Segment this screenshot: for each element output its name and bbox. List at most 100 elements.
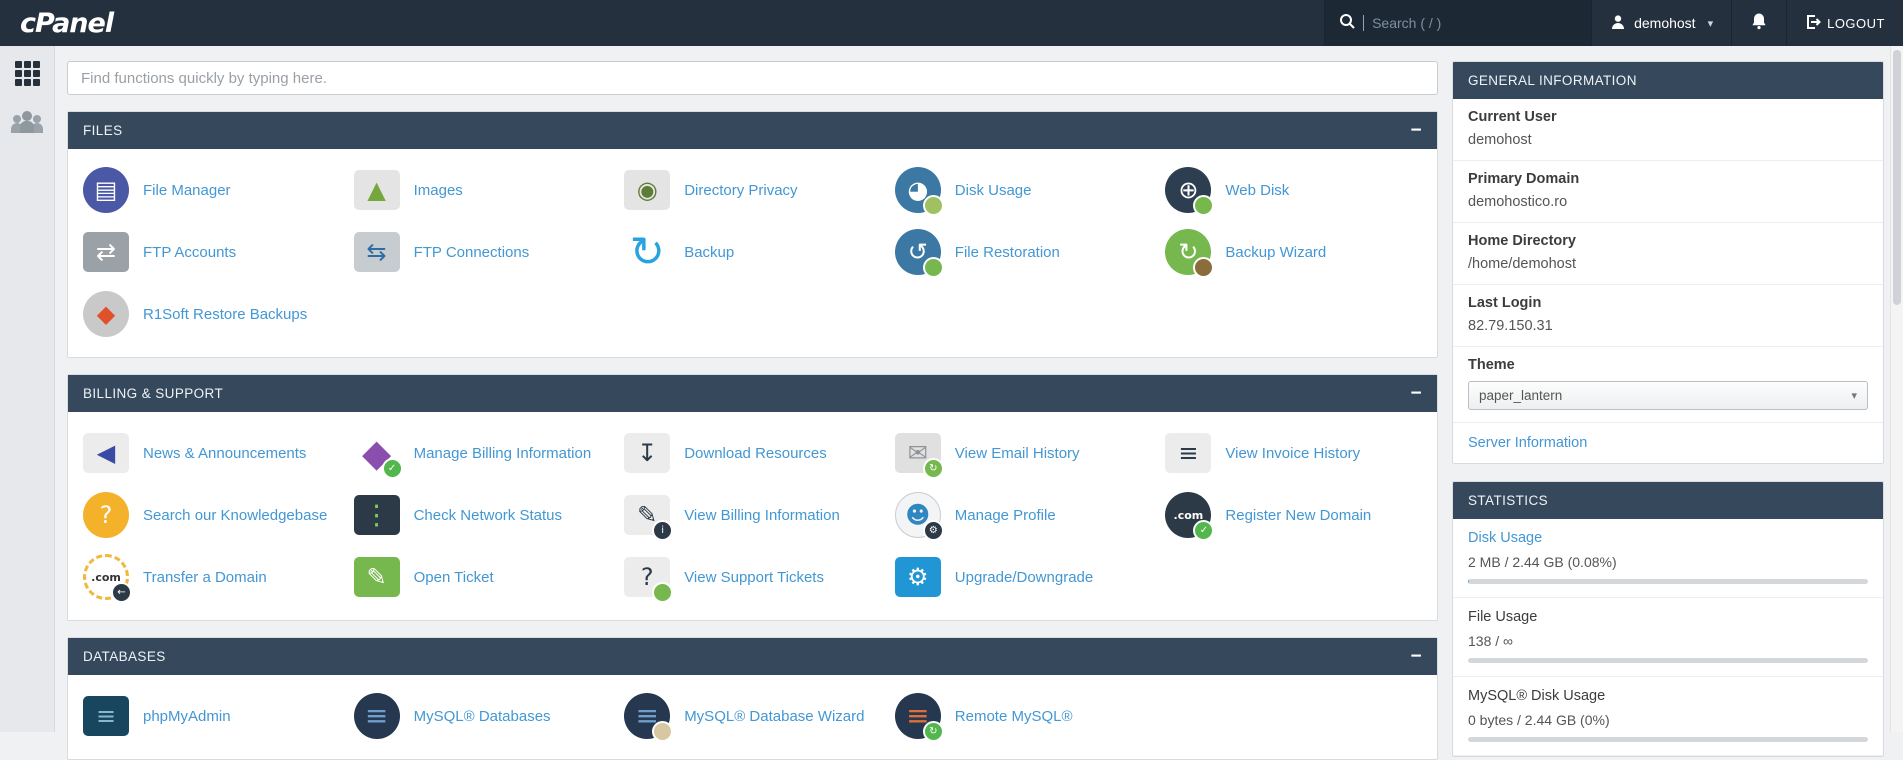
scrollbar-thumb[interactable] — [1893, 50, 1901, 305]
left-rail — [0, 46, 55, 732]
theme-select[interactable]: paper_lantern ▾ — [1468, 381, 1868, 410]
remote-mysql-icon: ≡↻ — [894, 692, 942, 740]
logout-label: LOGOUT — [1827, 16, 1885, 31]
item-label: Upgrade/Downgrade — [955, 569, 1093, 586]
mysql-databases-icon: ≡ — [353, 692, 401, 740]
section-files: FILES−▤File Manager▲Images◉Directory Pri… — [67, 111, 1438, 358]
user-icon — [1610, 14, 1626, 33]
user-name: demohost — [1634, 15, 1695, 31]
view-invoice-history-icon: ≡ — [1164, 429, 1212, 477]
mysql-database-wizard-icon: ≡ — [623, 692, 671, 740]
mysql-database-wizard-link[interactable]: ≡ MySQL® Database Wizard — [617, 685, 888, 747]
transfer-a-domain-link[interactable]: .com← Transfer a Domain — [76, 546, 347, 608]
section-databases: DATABASES−≡phpMyAdmin≡MySQL® Databases≡M… — [67, 637, 1438, 760]
ftp-accounts-link[interactable]: ⇄FTP Accounts — [76, 221, 347, 283]
mysql-databases-link[interactable]: ≡MySQL® Databases — [347, 685, 618, 747]
phpmyadmin-link[interactable]: ≡phpMyAdmin — [76, 685, 347, 747]
topbar: cPanel Search ( / ) demohost ▾ LOGOUT — [0, 0, 1903, 46]
images-icon: ▲ — [353, 166, 401, 214]
apps-grid-icon[interactable] — [15, 61, 40, 86]
news-announcements-link[interactable]: ◀News & Announcements — [76, 422, 347, 484]
stat-progress-bar — [1468, 658, 1868, 663]
view-billing-information-icon-badge: i — [652, 520, 673, 541]
disk-usage-icon-badge — [923, 195, 944, 216]
collapse-button[interactable]: − — [1411, 121, 1423, 140]
view-email-history-icon: ✉↻ — [894, 429, 942, 477]
info-label: Home Directory — [1468, 233, 1868, 249]
file-restoration-link[interactable]: ↺ File Restoration — [888, 221, 1159, 283]
directory-privacy-icon: ◉ — [623, 166, 671, 214]
item-label: Manage Billing Information — [414, 445, 592, 462]
theme-selected-value: paper_lantern — [1479, 388, 1562, 403]
info-value: demohostico.ro — [1468, 194, 1868, 210]
stat-value: 138 / ∞ — [1468, 633, 1868, 649]
file-manager-link[interactable]: ▤File Manager — [76, 159, 347, 221]
stat-row: File Usage 138 / ∞ — [1453, 598, 1883, 677]
file-restoration-icon: ↺ — [894, 228, 942, 276]
item-label: MySQL® Database Wizard — [684, 708, 864, 725]
item-label: Check Network Status — [414, 507, 562, 524]
item-label: View Invoice History — [1225, 445, 1360, 462]
news-announcements-icon: ◀ — [82, 429, 130, 477]
phpmyadmin-icon: ≡ — [82, 692, 130, 740]
stat-value: 2 MB / 2.44 GB (0.08%) — [1468, 554, 1868, 570]
item-label: Web Disk — [1225, 182, 1289, 199]
transfer-a-domain-icon: .com← — [82, 553, 130, 601]
search-knowledgebase-link[interactable]: ?Search our Knowledgebase — [76, 484, 347, 546]
ftp-connections-icon: ⇆ — [353, 228, 401, 276]
item-label: FTP Connections — [414, 244, 530, 261]
notifications-button[interactable] — [1731, 0, 1786, 46]
item-label: File Restoration — [955, 244, 1060, 261]
view-email-history-link[interactable]: ✉↻View Email History — [888, 422, 1159, 484]
r1soft-restore-backups-link[interactable]: ◆R1Soft Restore Backups — [76, 283, 347, 345]
item-label: Backup — [684, 244, 734, 261]
upgrade-downgrade-link[interactable]: ⚙Upgrade/Downgrade — [888, 546, 1159, 608]
manage-profile-icon: ☻⚙ — [894, 491, 942, 539]
manage-profile-link[interactable]: ☻⚙ Manage Profile — [888, 484, 1159, 546]
cpanel-logo[interactable]: cPanel — [0, 0, 113, 46]
manage-billing-information-link[interactable]: ◆✓ Manage Billing Information — [347, 422, 618, 484]
backup-wizard-link[interactable]: ↻Backup Wizard — [1158, 221, 1429, 283]
item-label: Search our Knowledgebase — [143, 507, 327, 524]
info-row: Primary Domain demohostico.ro — [1453, 161, 1883, 223]
collapse-button[interactable]: − — [1411, 384, 1423, 403]
quick-find-input[interactable] — [67, 61, 1438, 95]
page-scrollbar[interactable] — [1890, 46, 1903, 732]
collapse-button[interactable]: − — [1411, 647, 1423, 666]
item-label: Manage Profile — [955, 507, 1056, 524]
register-new-domain-link[interactable]: .com✓Register New Domain — [1158, 484, 1429, 546]
check-network-status-link[interactable]: ⋮Check Network Status — [347, 484, 618, 546]
topbar-search[interactable]: Search ( / ) — [1324, 0, 1591, 46]
remote-mysql-link[interactable]: ≡↻Remote MySQL® — [888, 685, 1159, 747]
download-resources-link[interactable]: ↧Download Resources — [617, 422, 888, 484]
file-restoration-icon-badge — [923, 257, 944, 278]
user-manager-icon[interactable] — [11, 110, 43, 133]
web-disk-link[interactable]: ⊕Web Disk — [1158, 159, 1429, 221]
ftp-connections-link[interactable]: ⇆ FTP Connections — [347, 221, 618, 283]
images-link[interactable]: ▲ Images — [347, 159, 618, 221]
statistics-header: STATISTICS — [1453, 482, 1883, 519]
disk-usage-link[interactable]: ◕Disk Usage — [888, 159, 1159, 221]
stat-label[interactable]: Disk Usage — [1468, 530, 1868, 546]
view-invoice-history-link[interactable]: ≡ View Invoice History — [1158, 422, 1429, 484]
backup-link[interactable]: ↻Backup — [617, 221, 888, 283]
manage-billing-information-icon: ◆✓ — [353, 429, 401, 477]
web-disk-icon-badge — [1193, 195, 1214, 216]
item-label: Images — [414, 182, 463, 199]
server-information-link[interactable]: Server Information — [1453, 423, 1883, 463]
item-label: Backup Wizard — [1225, 244, 1326, 261]
bell-icon — [1750, 12, 1768, 35]
item-label: Transfer a Domain — [143, 569, 267, 586]
section-title: DATABASES — [83, 649, 166, 664]
view-support-tickets-link[interactable]: ?View Support Tickets — [617, 546, 888, 608]
logout-button[interactable]: LOGOUT — [1786, 0, 1903, 46]
stat-label: File Usage — [1468, 609, 1868, 625]
user-menu[interactable]: demohost ▾ — [1591, 0, 1731, 46]
r1soft-restore-backups-icon: ◆ — [82, 290, 130, 338]
stat-label: MySQL® Disk Usage — [1468, 688, 1868, 704]
directory-privacy-link[interactable]: ◉Directory Privacy — [617, 159, 888, 221]
info-label: Primary Domain — [1468, 171, 1868, 187]
open-ticket-link[interactable]: ✎Open Ticket — [347, 546, 618, 608]
view-billing-information-link[interactable]: ✎iView Billing Information — [617, 484, 888, 546]
view-billing-information-icon: ✎i — [623, 491, 671, 539]
